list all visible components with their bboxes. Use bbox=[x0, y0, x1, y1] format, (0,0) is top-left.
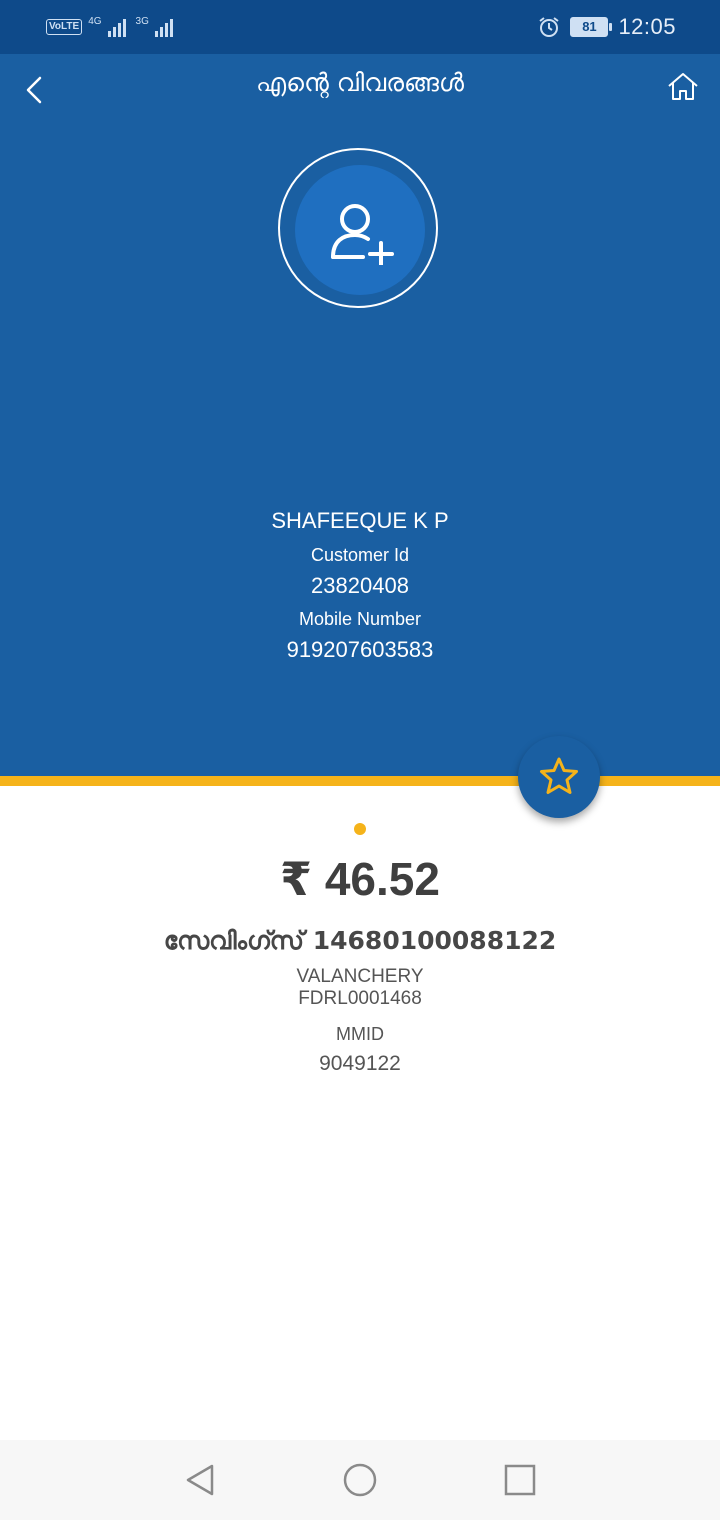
account-card: ₹ 46.52 സേവിംഗ്സ് 14680100088122 VALANCH… bbox=[0, 846, 720, 1078]
back-arrow-icon bbox=[26, 76, 42, 104]
favorite-button[interactable] bbox=[518, 736, 600, 818]
avatar-circle bbox=[295, 165, 425, 295]
add-user-icon bbox=[331, 204, 394, 265]
status-left: VoLTE 4G 3G bbox=[46, 14, 177, 40]
avatar[interactable] bbox=[278, 148, 438, 308]
customer-id-value: 23820408 bbox=[311, 573, 409, 598]
alarm-icon bbox=[538, 16, 560, 38]
nav-recent-icon bbox=[504, 1464, 536, 1496]
mmid-value: 9049122 bbox=[319, 1052, 401, 1075]
ifsc-code: FDRL0001468 bbox=[298, 988, 422, 1009]
profile-info: SHAFEEQUE K P Customer Id 23820408 Mobil… bbox=[0, 504, 720, 666]
nav-home-button[interactable] bbox=[340, 1460, 380, 1500]
customer-name: SHAFEEQUE K P bbox=[271, 508, 449, 533]
status-right: 81 12:05 bbox=[538, 12, 676, 42]
nav-recent-button[interactable] bbox=[500, 1460, 540, 1500]
battery-icon: 81 bbox=[570, 17, 613, 37]
account-balance: ₹ 46.52 bbox=[280, 853, 440, 905]
branch-name: VALANCHERY bbox=[296, 966, 424, 987]
page-indicator-dot bbox=[354, 823, 366, 835]
mobile-number-label: Mobile Number bbox=[298, 609, 422, 629]
volte-badge: VoLTE bbox=[46, 19, 83, 35]
nav-home-icon bbox=[343, 1463, 377, 1497]
signal-icon bbox=[107, 17, 130, 37]
system-nav-bar bbox=[0, 1440, 720, 1520]
mmid-label: MMID bbox=[336, 1024, 384, 1044]
page-title: എന്റെ വിവരങ്ങൾ bbox=[256, 68, 464, 97]
home-button[interactable] bbox=[666, 70, 700, 104]
accent-divider bbox=[0, 776, 720, 786]
network-type-4g: 4G bbox=[88, 15, 102, 27]
customer-id-label: Customer Id bbox=[310, 545, 410, 565]
star-icon bbox=[540, 757, 578, 794]
home-icon bbox=[668, 73, 698, 100]
nav-back-button[interactable] bbox=[180, 1460, 220, 1500]
profile-header: എന്റെ വിവരങ്ങൾ SHAFEEQUE K P Customer Id… bbox=[0, 54, 720, 776]
signal-icon bbox=[154, 17, 177, 37]
account-title: സേവിംഗ്സ് 14680100088122 bbox=[163, 926, 557, 955]
nav-back-icon bbox=[186, 1464, 214, 1496]
network-type-3g: 3G bbox=[135, 15, 149, 27]
mobile-number-value: 919207603583 bbox=[286, 637, 434, 662]
status-bar: VoLTE 4G 3G 81 12:05 bbox=[0, 0, 720, 54]
clock: 12:05 bbox=[618, 14, 676, 39]
back-button[interactable] bbox=[20, 74, 52, 106]
